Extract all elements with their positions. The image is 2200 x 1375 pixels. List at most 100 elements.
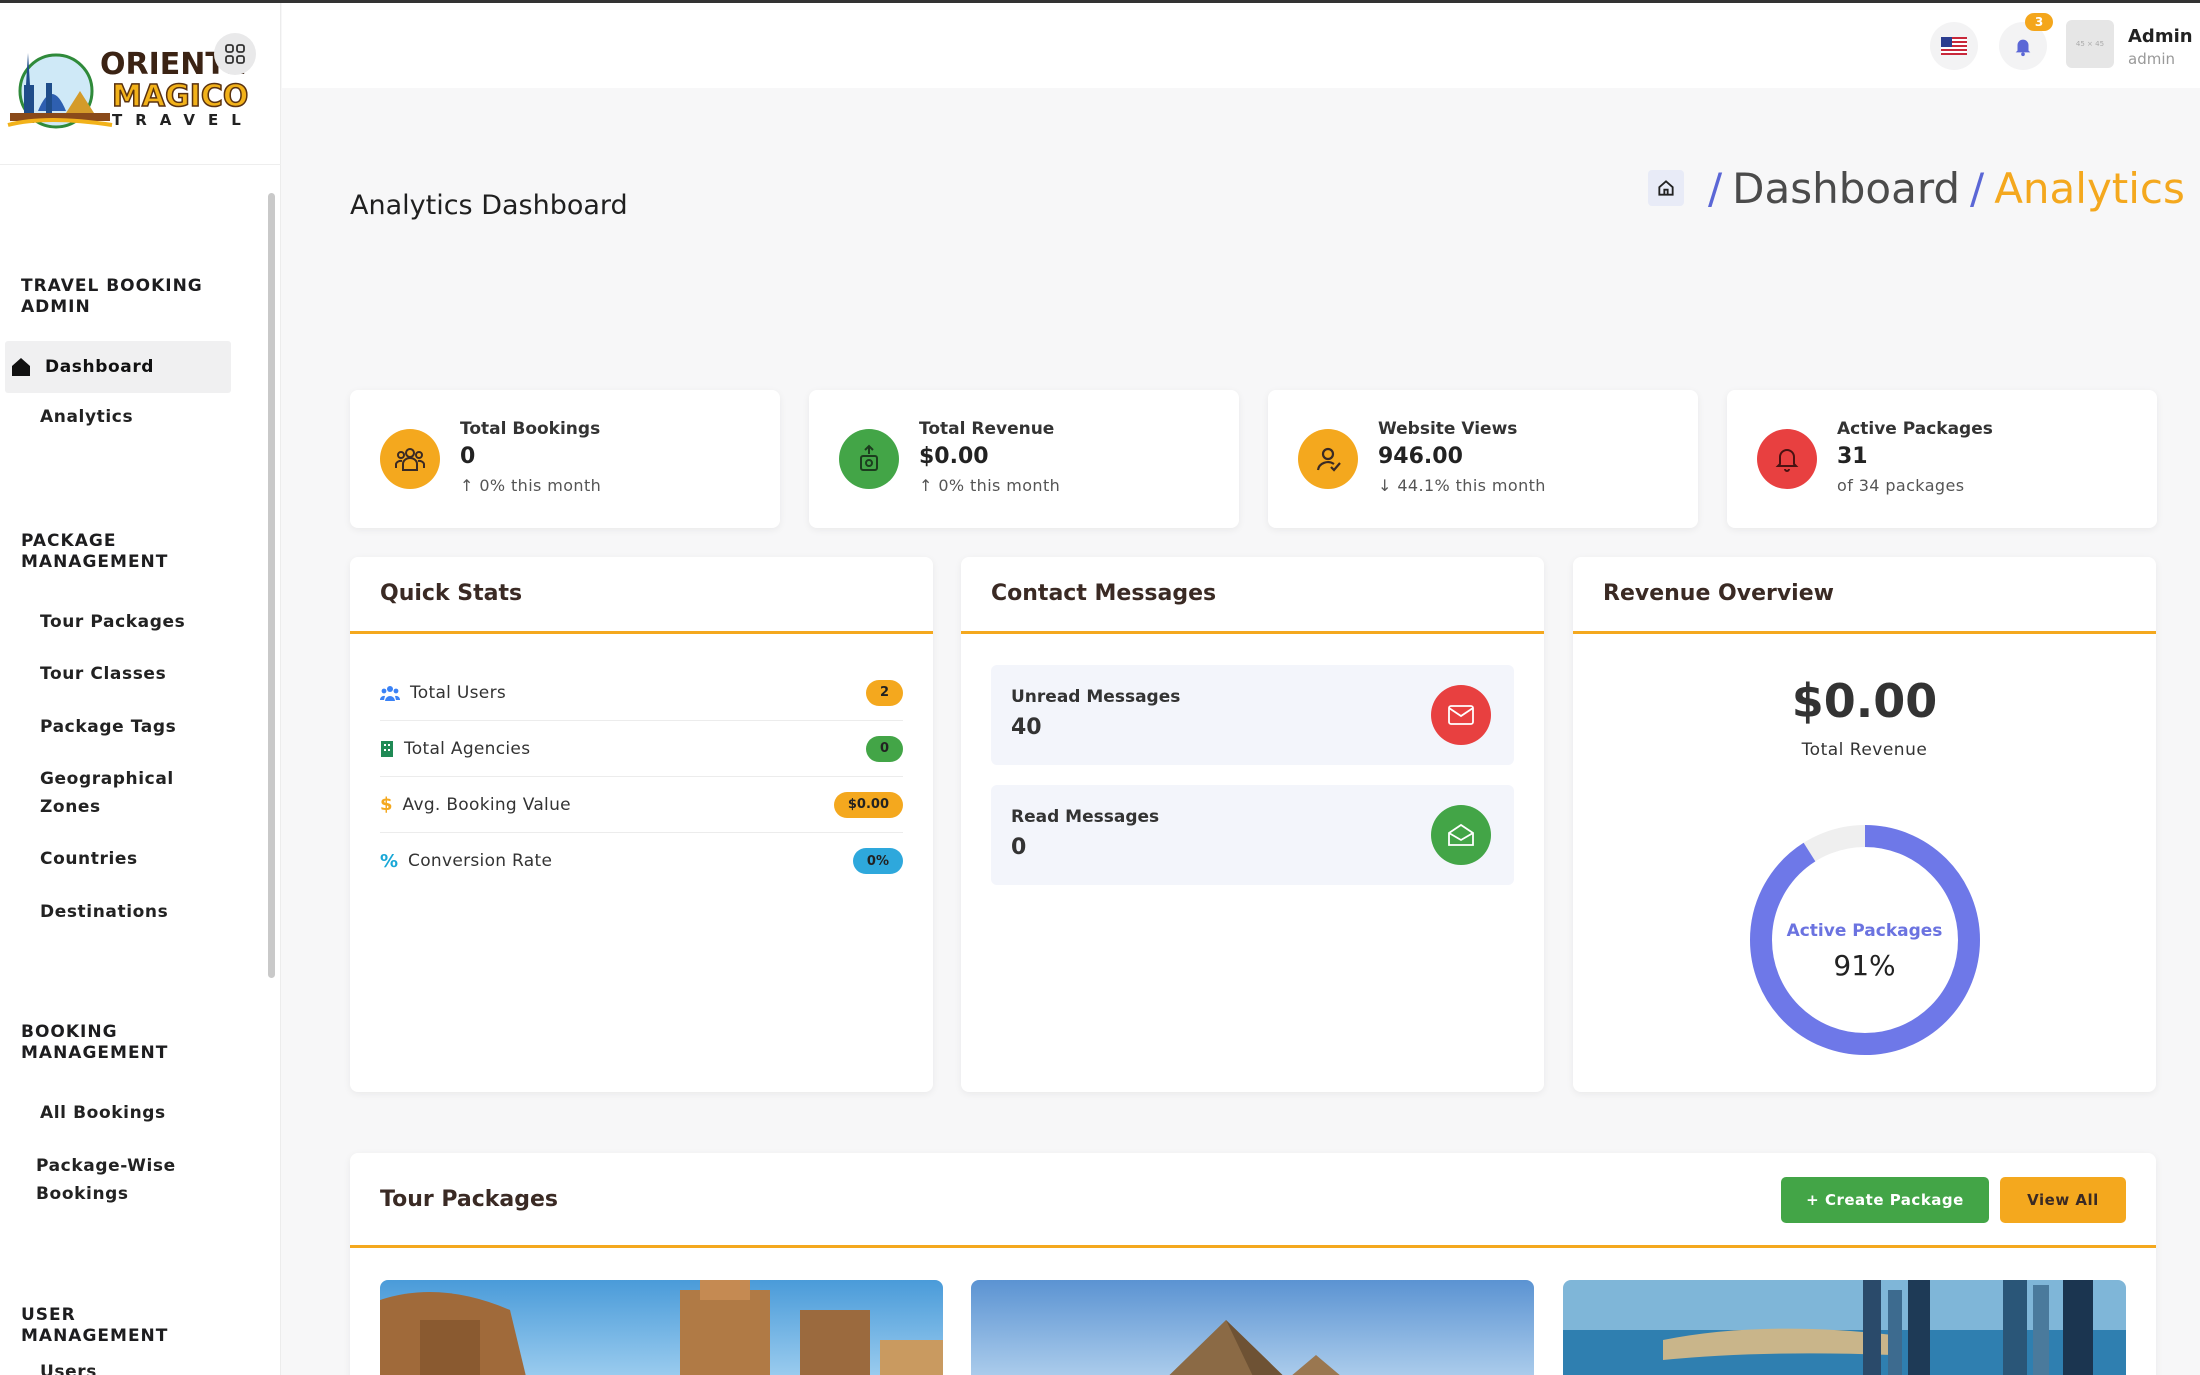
brand-line3: TRAVEL [112, 111, 254, 129]
panel-header: Quick Stats [350, 557, 933, 634]
stat-card-active-packages: Active Packages 31 of 34 packages [1727, 390, 2157, 528]
stat-trend-text: 0% this month [479, 476, 602, 495]
home-icon [1658, 180, 1674, 196]
package-image-city[interactable] [1563, 1280, 2126, 1375]
msg-value: 0 [1011, 835, 1027, 860]
users-group-icon [380, 429, 440, 489]
quick-stats-panel: Quick Stats Total Users 2 Total Agencies… [350, 557, 933, 1092]
breadcrumb-current: Analytics [1994, 163, 2185, 213]
envelope-icon [1431, 685, 1491, 745]
quick-stat-badge: $0.00 [833, 791, 903, 818]
percent-icon: % [380, 850, 399, 872]
quick-stat-label: Total Agencies [404, 738, 531, 759]
panel-title: Revenue Overview [1603, 581, 1834, 606]
sidebar-item-tour-packages[interactable]: Tour Packages [40, 608, 240, 636]
home-icon [12, 358, 30, 376]
quick-stat-label: Avg. Booking Value [402, 794, 571, 815]
envelope-open-icon [1431, 805, 1491, 865]
stat-trend: ↑ 0% this month [460, 476, 601, 495]
msg-label: Read Messages [1011, 807, 1160, 827]
user-name[interactable]: Admin [2128, 26, 2193, 47]
grid-icon [225, 44, 245, 64]
sidebar-item-countries[interactable]: Countries [40, 845, 240, 873]
msg-value: 40 [1011, 715, 1042, 740]
stat-value: 31 [1837, 444, 1868, 469]
quick-stat-row: Total Agencies 0 [380, 721, 903, 777]
donut-label: Active Packages [1786, 921, 1943, 941]
breadcrumb-dashboard[interactable]: Dashboard [1732, 164, 1960, 213]
quick-stat-row: % Conversion Rate 0% [380, 833, 903, 889]
panel-header: Contact Messages [961, 557, 1544, 634]
money-icon [839, 429, 899, 489]
sidebar-item-geographical-zones[interactable]: Geographical Zones [40, 765, 200, 821]
avatar[interactable]: 45 × 45 [2066, 20, 2114, 68]
stat-label: Website Views [1378, 419, 1518, 439]
panel-title: Quick Stats [380, 581, 523, 606]
stat-card-total-revenue: Total Revenue $0.00 ↑ 0% this month [809, 390, 1239, 528]
notification-count-badge: 3 [2025, 13, 2053, 31]
section-user-management: USER MANAGEMENT [21, 1305, 169, 1346]
panel-header: Revenue Overview [1573, 557, 2156, 634]
sidebar-item-analytics[interactable]: Analytics [40, 403, 240, 431]
user-role: admin [2128, 50, 2175, 68]
msg-label: Unread Messages [1011, 687, 1181, 707]
arrow-up-icon: ↑ [919, 476, 933, 495]
stat-trend-text: 44.1% this month [1397, 476, 1546, 495]
bell-icon [1757, 429, 1817, 489]
brand-line2: MAGICO [111, 78, 249, 115]
sidebar-scrollbar[interactable] [268, 193, 275, 978]
breadcrumb-separator: / [1708, 163, 1723, 213]
stat-card-website-views: Website Views 946.00 ↓ 44.1% this month [1268, 390, 1698, 528]
language-button[interactable] [1930, 22, 1978, 70]
sidebar-item-label: Dashboard [45, 357, 155, 377]
stat-label: Total Bookings [460, 419, 601, 439]
stat-trend: ↑ 0% this month [919, 476, 1060, 495]
donut-value: 91% [1833, 949, 1896, 982]
stat-value: 946.00 [1378, 444, 1463, 469]
view-all-button[interactable]: View All [2000, 1177, 2126, 1223]
quick-stat-label: Total Users [410, 682, 507, 703]
sidebar-item-tour-classes[interactable]: Tour Classes [40, 660, 240, 688]
sidebar-item-dashboard[interactable]: Dashboard [5, 341, 231, 393]
quick-stat-badge: 0% [852, 848, 903, 874]
arrow-down-icon: ↓ [1378, 476, 1392, 495]
stat-label: Active Packages [1837, 419, 1993, 439]
section-travel-booking-admin: TRAVEL BOOKING ADMIN [21, 276, 203, 317]
sidebar-item-users[interactable]: Users [40, 1358, 240, 1375]
sidebar-toggle-button[interactable] [214, 33, 256, 75]
create-package-button[interactable]: + Create Package [1781, 1177, 1989, 1223]
tour-packages-panel: Tour Packages + Create Package View All [350, 1153, 2156, 1375]
sidebar-item-package-wise-bookings[interactable]: Package-Wise Bookings [36, 1152, 206, 1208]
page-title: Analytics Dashboard [350, 190, 628, 221]
section-package-management: PACKAGE MANAGEMENT [21, 531, 169, 572]
section-booking-management: BOOKING MANAGEMENT [21, 1022, 169, 1063]
panel-header: Tour Packages + Create Package View All [350, 1153, 2156, 1248]
quick-stat-row: Total Users 2 [380, 665, 903, 721]
revenue-total-value: $0.00 [1791, 674, 1938, 728]
quick-stat-label: Conversion Rate [408, 851, 553, 871]
logo[interactable]: ORIENTE MAGICO TRAVEL [0, 3, 281, 165]
quick-stat-badge: 0 [865, 735, 903, 762]
stat-label: Total Revenue [919, 419, 1055, 439]
sidebar-item-all-bookings[interactable]: All Bookings [40, 1099, 240, 1127]
panel-title: Contact Messages [991, 581, 1217, 606]
stat-value: $0.00 [919, 444, 989, 469]
unread-messages-card[interactable]: Unread Messages 40 [991, 665, 1514, 765]
package-image-temple[interactable] [380, 1280, 943, 1375]
package-image-pyramids[interactable] [971, 1280, 1534, 1375]
sidebar-item-destinations[interactable]: Destinations [40, 898, 240, 926]
stat-value: 0 [460, 444, 476, 469]
users-icon [380, 685, 400, 701]
contact-messages-panel: Contact Messages Unread Messages 40 Read… [961, 557, 1544, 1092]
read-messages-card[interactable]: Read Messages 0 [991, 785, 1514, 885]
dollar-icon: $ [380, 794, 393, 815]
top-header [282, 3, 2200, 88]
building-icon [381, 740, 393, 757]
breadcrumb: / Dashboard / Analytics [1648, 162, 2185, 214]
breadcrumb-home[interactable] [1648, 170, 1684, 206]
us-flag-icon [1941, 37, 1967, 55]
stat-sub: of 34 packages [1837, 476, 1965, 495]
sidebar-item-package-tags[interactable]: Package Tags [40, 713, 240, 741]
stat-trend-text: 0% this month [938, 476, 1061, 495]
quick-stat-row: $ Avg. Booking Value $0.00 [380, 777, 903, 833]
